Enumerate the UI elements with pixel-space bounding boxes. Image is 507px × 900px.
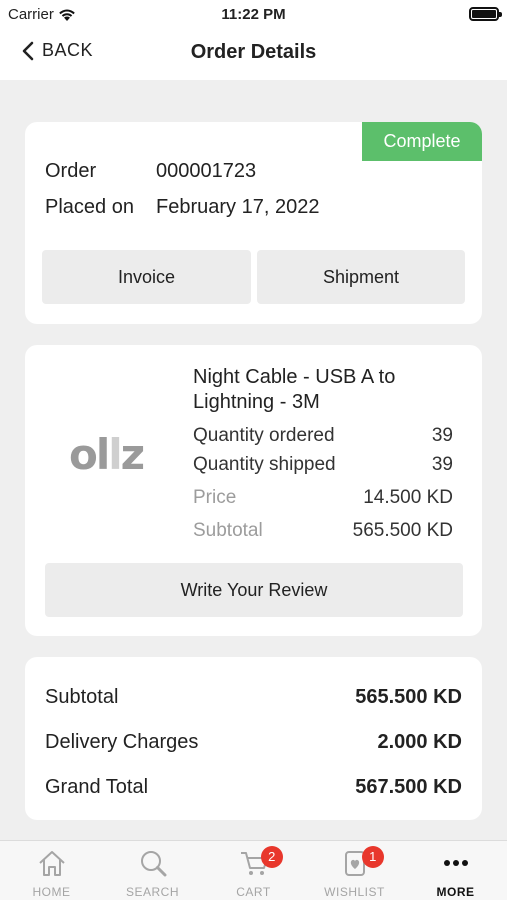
navigation-bar: BACK Order Details	[0, 28, 507, 80]
delivery-charges-value: 2.000 KD	[377, 731, 463, 753]
quantity-ordered-label: Quantity ordered	[193, 425, 335, 446]
product-name[interactable]: Night Cable - USB A to Lightning - 3M	[193, 365, 453, 415]
placed-on-date: February 17, 2022	[156, 196, 320, 218]
order-number: 000001723	[156, 160, 257, 182]
grand-total-label: Grand Total	[45, 776, 149, 798]
quantity-ordered-value: 39	[431, 425, 453, 446]
status-badge: Complete	[362, 122, 482, 161]
order-item-card: ollz Night Cable - USB A to Lightning - …	[25, 345, 482, 636]
placed-on-label: Placed on	[45, 196, 134, 218]
tab-search-label: SEARCH	[125, 885, 179, 899]
battery-icon	[469, 7, 502, 21]
totals-subtotal-label: Subtotal	[45, 686, 119, 708]
tab-more[interactable]: MORE	[405, 841, 506, 900]
order-summary-card: Complete Order 000001723 Placed on Febru…	[25, 122, 482, 324]
grand-total-value: 567.500 KD	[355, 776, 462, 798]
tab-cart[interactable]: 2 CART	[203, 841, 304, 900]
invoice-button[interactable]: Invoice	[42, 250, 251, 304]
tab-cart-label: CART	[236, 885, 271, 899]
item-subtotal-label: Subtotal	[193, 520, 263, 541]
cart-count-badge: 2	[261, 846, 283, 868]
quantity-shipped-label: Quantity shipped	[193, 454, 336, 475]
status-bar: Carrier 11:22 PM	[0, 0, 507, 28]
tab-wishlist-label: WISHLIST	[324, 885, 385, 899]
tab-home-label: HOME	[32, 885, 71, 899]
order-totals-card: Subtotal 565.500 KD Delivery Charges 2.0…	[25, 657, 482, 820]
product-image[interactable]: ollz	[69, 434, 155, 476]
delivery-charges-label: Delivery Charges	[45, 731, 199, 753]
totals-subtotal-value: 565.500 KD	[355, 686, 462, 708]
write-review-button[interactable]: Write Your Review	[45, 563, 463, 617]
shipment-button[interactable]: Shipment	[257, 250, 465, 304]
quantity-shipped-value: 39	[431, 454, 453, 475]
more-icon	[443, 860, 468, 866]
logo-text-b: l	[108, 430, 122, 479]
logo-text-a: ol	[69, 430, 110, 479]
search-icon	[140, 851, 166, 877]
order-label: Order	[45, 160, 97, 182]
price-value: 14.500 KD	[363, 487, 453, 508]
status-time: 11:22 PM	[221, 6, 286, 23]
price-label: Price	[193, 487, 237, 508]
tab-search[interactable]: SEARCH	[102, 841, 203, 900]
tab-wishlist[interactable]: 1 WISHLIST	[304, 841, 405, 900]
tab-home[interactable]: HOME	[1, 841, 102, 900]
tab-more-label: MORE	[436, 885, 475, 899]
logo-text-c: z	[120, 430, 145, 479]
home-icon	[38, 851, 65, 876]
item-subtotal-value: 565.500 KD	[352, 520, 453, 541]
wishlist-count-badge: 1	[362, 846, 384, 868]
page-title: Order Details	[190, 41, 317, 63]
tab-bar: HOME SEARCH 2 CART 1 WISHLIST MORE	[0, 840, 507, 900]
